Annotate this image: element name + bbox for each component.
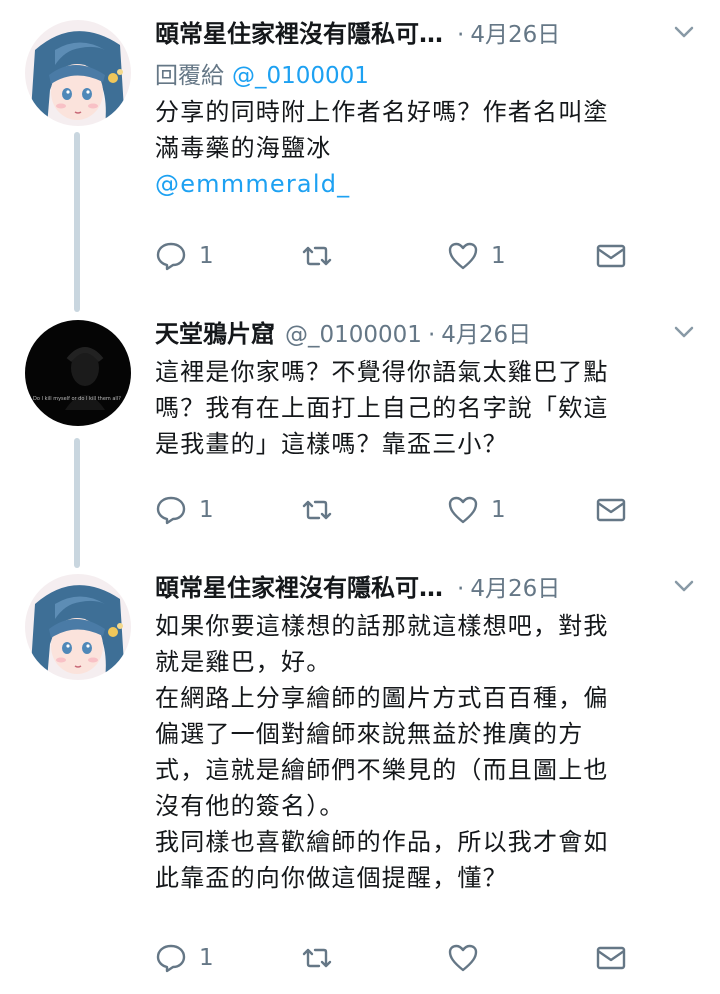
envelope-icon	[596, 946, 626, 970]
tweet[interactable]: Do I kill myself or do I kill them all? …	[0, 300, 720, 562]
tweet-text: 如果你要這樣想的話那就這樣想吧，對我 就是雞巴，好。 在網路上分享繪師的圖片方式…	[155, 608, 702, 896]
reply-button[interactable]: 1	[155, 490, 214, 530]
retweet-button[interactable]	[301, 236, 345, 276]
reply-icon	[156, 242, 186, 271]
like-button[interactable]: 1	[447, 490, 506, 530]
separator: ·	[427, 322, 436, 348]
separator: ·	[457, 22, 465, 48]
mention-link[interactable]: @emmmerald_	[155, 166, 702, 202]
tweet-text-line: 就是雞巴，好。	[155, 648, 332, 676]
retweet-button[interactable]	[301, 938, 345, 978]
reply-icon	[156, 496, 186, 525]
anime-girl-avatar-icon	[25, 574, 131, 680]
tweet-text-line: 此靠盃的向你做這個提醒，懂？	[155, 864, 508, 892]
reply-count: 1	[199, 243, 214, 269]
tweet-date[interactable]: 4月26日	[441, 315, 531, 349]
avatar-caption: Do I kill myself or do I kill them all?	[33, 396, 121, 402]
action-bar: 1 1	[155, 490, 635, 530]
chevron-down-icon[interactable]	[672, 320, 696, 344]
tweet-date[interactable]: 4月26日	[470, 15, 560, 49]
envelope-icon	[596, 244, 626, 268]
separator: ·	[457, 576, 465, 602]
tweet-text: 分享的同時附上作者名好嗎？作者名叫塗 滿毒藥的海鹽冰 @emmmerald_	[155, 94, 702, 202]
tweet-header: 頤常星住家裡沒有隱私可… · 4月26日	[155, 568, 702, 608]
reply-mention-link[interactable]: @_0100001	[232, 63, 369, 89]
heart-icon	[448, 944, 478, 972]
user-handle[interactable]: @_0100001	[285, 322, 422, 348]
avatar[interactable]	[25, 574, 131, 680]
direct-message-button[interactable]	[595, 236, 627, 276]
reply-button[interactable]: 1	[155, 236, 214, 276]
reply-context: 回覆給 @_0100001	[155, 56, 702, 94]
tweet-header: 頤常星住家裡沒有隱私可… · 4月26日	[155, 14, 702, 54]
direct-message-button[interactable]	[595, 490, 627, 530]
heart-icon	[448, 496, 478, 524]
avatar[interactable]: Do I kill myself or do I kill them all?	[25, 320, 131, 426]
reply-count: 1	[199, 945, 214, 971]
action-bar: 1 1	[155, 236, 635, 276]
tweet-text: 這裡是你家嗎？不覺得你語氣太雞巴了點 嗎？我有在上面打上自己的名字說「欸這 是我…	[155, 354, 702, 462]
tweet-text-line: 分享的同時附上作者名好嗎？作者名叫塗	[155, 98, 609, 126]
retweet-icon	[302, 500, 332, 520]
tweet-text-line: 我同樣也喜歡繪師的作品，所以我才會如	[155, 828, 609, 856]
tweet-text-line: 在網路上分享繪師的圖片方式百百種，偏	[155, 684, 609, 712]
display-name[interactable]: 天堂鴉片窟	[155, 314, 275, 349]
tweet-date[interactable]: 4月26日	[470, 569, 560, 603]
tweet-text-line: 如果你要這樣想的話那就這樣想吧，對我	[155, 612, 609, 640]
heart-icon	[448, 242, 478, 270]
tweet-header: 天堂鴉片窟 @_0100001 · 4月26日	[155, 314, 702, 354]
retweet-icon	[302, 948, 332, 968]
tweet[interactable]: 頤常星住家裡沒有隱私可… · 4月26日 回覆給 @_0100001 分享的同時附…	[0, 0, 720, 300]
like-count: 1	[491, 243, 506, 269]
tweet-text-line: 這裡是你家嗎？不覺得你語氣太雞巴了點	[155, 358, 609, 386]
chevron-down-icon[interactable]	[672, 20, 696, 44]
tweet-text-line: 式，這就是繪師們不樂見的（而且圖上也	[155, 756, 609, 784]
reply-icon	[156, 944, 186, 973]
display-name[interactable]: 頤常星住家裡沒有隱私可…	[155, 568, 443, 603]
envelope-icon	[596, 498, 626, 522]
chevron-down-icon[interactable]	[672, 574, 696, 598]
tweet-text-line: 是我畫的」這樣嗎？靠盃三小？	[155, 430, 508, 458]
direct-message-button[interactable]	[595, 938, 627, 978]
avatar[interactable]	[25, 20, 131, 126]
like-count: 1	[491, 497, 506, 523]
reply-label: 回覆給	[155, 63, 224, 89]
action-bar: 1	[155, 938, 635, 978]
reply-button[interactable]: 1	[155, 938, 214, 978]
tweet-text-line: 嗎？我有在上面打上自己的名字說「欸這	[155, 394, 609, 422]
display-name[interactable]: 頤常星住家裡沒有隱私可…	[155, 14, 443, 49]
anime-girl-avatar-icon	[25, 20, 131, 126]
like-button[interactable]: 1	[447, 236, 506, 276]
dark-photo-avatar-icon	[25, 320, 131, 426]
retweet-button[interactable]	[301, 490, 345, 530]
tweet[interactable]: 頤常星住家裡沒有隱私可… · 4月26日 如果你要這樣想的話那就這樣想吧，對我 …	[0, 562, 720, 994]
tweet-text-line: 滿毒藥的海鹽冰	[155, 134, 332, 162]
reply-count: 1	[199, 497, 214, 523]
like-button[interactable]	[447, 938, 491, 978]
retweet-icon	[302, 246, 332, 266]
tweet-text-line: 沒有他的簽名）。	[155, 792, 345, 820]
tweet-text-line: 偏選了一個對繪師來說無益於推廣的方	[155, 720, 584, 748]
